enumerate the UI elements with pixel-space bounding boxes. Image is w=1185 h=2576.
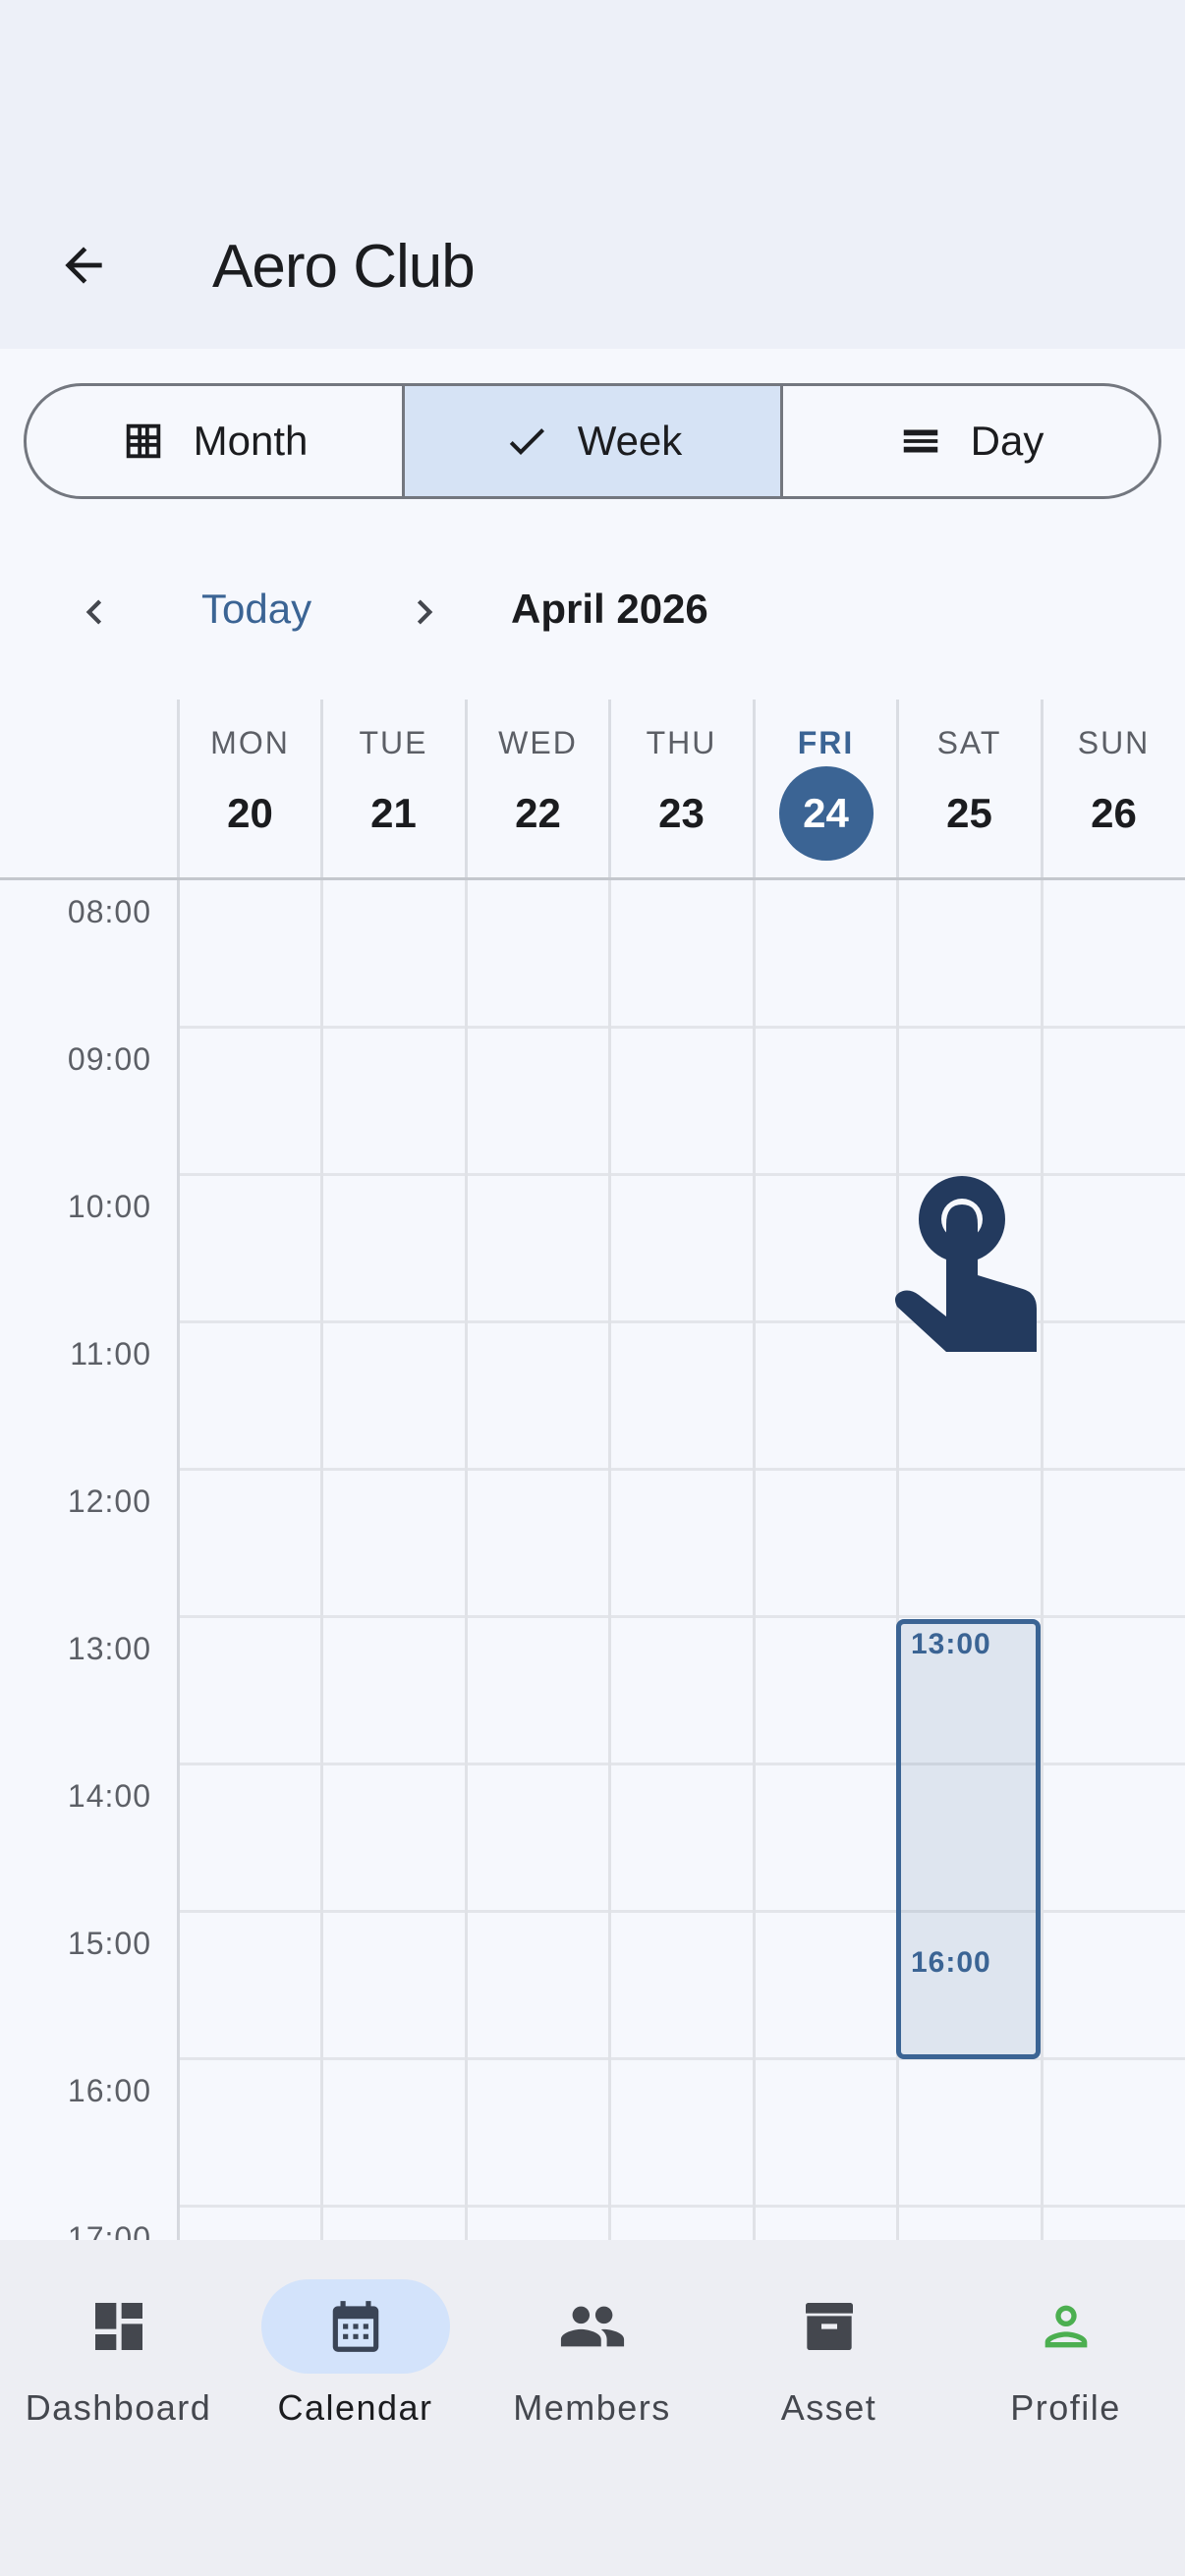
hour-divider [177, 1468, 1185, 1471]
nav-calendar[interactable]: Calendar [237, 2279, 474, 2456]
nav-asset[interactable]: Asset [710, 2279, 947, 2456]
view-month-button[interactable]: Month [27, 386, 402, 496]
check-icon [509, 428, 544, 455]
day-header-fri[interactable]: FRI 24 [753, 700, 896, 877]
today-button[interactable]: Today [201, 575, 311, 644]
bottom-navigation: Dashboard Calendar Members Asset Profile [0, 2240, 1185, 2576]
page-title: Aero Club [212, 233, 476, 301]
day-name: SAT [936, 725, 1002, 760]
nav-pill [260, 2279, 450, 2374]
list-icon [903, 429, 937, 453]
day-number: 26 [1091, 790, 1137, 836]
time-label: 13:00 [67, 1631, 151, 1666]
day-name: THU [646, 725, 717, 760]
day-number: 25 [946, 790, 992, 836]
day-name: TUE [359, 725, 428, 760]
app-bar: Aero Club [0, 0, 1185, 349]
time-label: 11:00 [70, 1336, 151, 1372]
time-label: 15:00 [67, 1926, 151, 1961]
nav-label: Dashboard [25, 2387, 212, 2428]
week-header: MON 20 TUE 21 WED 22 THU 23 FRI 24 SAT 2… [0, 700, 1185, 880]
archive-icon [805, 2303, 853, 2350]
nav-dashboard[interactable]: Dashboard [0, 2279, 237, 2456]
back-button[interactable] [39, 221, 128, 309]
nav-label: Asset [780, 2387, 877, 2428]
day-name: WED [498, 725, 578, 760]
nav-profile[interactable]: Profile [947, 2279, 1184, 2456]
day-header-sat[interactable]: SAT 25 [896, 700, 1040, 877]
view-day-label: Day [970, 418, 1044, 464]
time-label: 09:00 [67, 1041, 151, 1077]
time-label: 12:00 [67, 1484, 151, 1519]
nav-label: Profile [1010, 2387, 1121, 2428]
nav-pill [498, 2279, 687, 2374]
day-name: SUN [1077, 725, 1151, 760]
day-divider [608, 880, 611, 2240]
day-divider [177, 880, 180, 2240]
calendar-icon [332, 2301, 378, 2352]
day-header-thu[interactable]: THU 23 [608, 700, 752, 877]
day-divider [1041, 880, 1044, 2240]
dashboard-icon [94, 2303, 142, 2350]
person-icon [1044, 2305, 1087, 2348]
time-label: 10:00 [67, 1189, 151, 1224]
people-icon [560, 2306, 624, 2347]
time-label: 08:00 [67, 894, 151, 929]
day-header-mon[interactable]: MON 20 [177, 700, 320, 877]
today-date-badge: 24 [778, 766, 874, 861]
view-week-label: Week [577, 418, 683, 464]
view-day-button[interactable]: Day [780, 386, 1158, 496]
selection-end-time: 16:00 [911, 1946, 991, 1979]
day-divider [465, 880, 468, 2240]
day-header-sun[interactable]: SUN 26 [1041, 700, 1184, 877]
nav-label: Members [513, 2387, 671, 2428]
chevron-left-icon [85, 599, 102, 625]
previous-week-button[interactable] [55, 573, 134, 651]
time-label: 17:00 [67, 2220, 151, 2240]
next-week-button[interactable] [385, 573, 464, 651]
time-selection-block[interactable]: 13:00 16:00 [896, 1619, 1041, 2059]
week-time-grid[interactable]: 08:00 09:00 10:00 11:00 12:00 13:00 14:0… [0, 880, 1185, 2240]
hour-divider [177, 1615, 1185, 1618]
grid-icon [126, 423, 160, 459]
selection-start-time: 13:00 [911, 1628, 991, 1660]
view-switcher: Month Week Day [24, 383, 1161, 499]
day-name: MON [210, 725, 290, 760]
drag-pointer-icon[interactable] [889, 1169, 1046, 1366]
hour-divider [177, 2205, 1185, 2208]
time-label: 16:00 [67, 2073, 151, 2108]
day-number: 21 [370, 790, 417, 836]
time-label: 14:00 [67, 1778, 151, 1814]
day-number: 22 [515, 790, 561, 836]
view-month-label: Month [193, 418, 309, 464]
arrow-left-icon [65, 247, 102, 284]
view-week-button[interactable]: Week [402, 386, 780, 496]
day-number: 20 [227, 790, 273, 836]
day-name: FRI [797, 725, 855, 760]
nav-pill [972, 2279, 1160, 2374]
day-number: 23 [658, 790, 705, 836]
day-divider [320, 880, 323, 2240]
day-divider [753, 880, 756, 2240]
hour-divider [177, 1026, 1185, 1029]
nav-label: Calendar [277, 2387, 433, 2428]
current-period-label: April 2026 [511, 586, 708, 632]
day-header-tue[interactable]: TUE 21 [320, 700, 464, 877]
nav-pill [735, 2279, 924, 2374]
period-navigation: Today April 2026 [0, 555, 1185, 663]
day-header-wed[interactable]: WED 22 [465, 700, 608, 877]
nav-members[interactable]: Members [474, 2279, 710, 2456]
chevron-right-icon [417, 599, 433, 625]
nav-pill [25, 2279, 213, 2374]
